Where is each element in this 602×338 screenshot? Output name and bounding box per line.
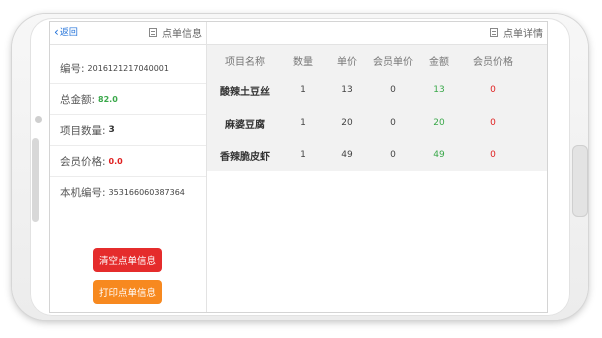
row-1-unit-price: 13	[341, 85, 353, 95]
row-2-item-name: 麻婆豆腐	[225, 120, 265, 131]
member-price-value: 0.0	[108, 156, 123, 166]
row-3-amount: 49	[433, 150, 445, 160]
column-header-unit-price: 单价	[337, 57, 357, 68]
member-price-row: 会员价格: 0.0	[50, 146, 206, 177]
document-list-icon	[149, 28, 157, 37]
member-price-label: 会员价格:	[60, 155, 106, 168]
row-3-unit-price: 49	[341, 150, 353, 160]
row-3-quantity: 1	[300, 150, 306, 160]
print-order-button[interactable]: 打印点单信息	[93, 280, 162, 304]
item-count-row: 项目数量: 3	[50, 115, 206, 146]
row-1-member-price: 0	[490, 85, 496, 95]
total-amount-value: 82.0	[98, 94, 118, 104]
row-2-member-price: 0	[490, 118, 496, 128]
detail-title: 点单详情	[490, 25, 543, 40]
document-list-icon	[490, 28, 498, 37]
device-number-row: 本机编号: 353166060387364	[50, 177, 206, 208]
row-3-member-price: 0	[490, 150, 496, 160]
row-2-unit-price: 20	[341, 118, 353, 128]
back-button[interactable]: ‹ 返回	[54, 24, 78, 39]
row-1-member-unit-price: 0	[390, 85, 396, 95]
item-count-label: 项目数量:	[60, 124, 106, 137]
total-amount-row: 总金额: 82.0	[50, 84, 206, 115]
home-button[interactable]	[572, 145, 588, 217]
order-info-panel: ‹ 返回 点单信息 编号: 2016121217040001 总金额: 82.0…	[50, 22, 207, 312]
row-2-member-unit-price: 0	[390, 118, 396, 128]
panel-title-text: 点单信息	[162, 29, 202, 40]
row-3-item-name: 香辣脆皮虾	[220, 152, 270, 163]
chevron-left-icon: ‹	[54, 24, 59, 39]
row-1-item-name: 酸辣土豆丝	[220, 87, 270, 98]
back-label: 返回	[59, 28, 78, 38]
row-2-quantity: 1	[300, 118, 306, 128]
column-header-member-price: 会员价格	[473, 57, 513, 68]
order-table: 项目名称 数量 单价 会员单价 金额 会员价格 酸辣土豆丝 1 13 0 13 …	[207, 45, 547, 171]
row-2-amount: 20	[433, 118, 445, 128]
speaker-slot	[32, 138, 39, 222]
total-amount-label: 总金额:	[60, 93, 96, 106]
order-number-label: 编号:	[60, 62, 85, 75]
app-screen: ‹ 返回 点单信息 编号: 2016121217040001 总金额: 82.0…	[50, 22, 547, 312]
order-number-value: 2016121217040001	[87, 63, 169, 73]
device-number-value: 353166060387364	[108, 188, 185, 197]
order-detail-panel: 点单详情 项目名称 数量 单价 会员单价 金额 会员价格 酸辣土豆丝 1 13 …	[207, 22, 547, 312]
device-number-label: 本机编号:	[60, 187, 106, 199]
row-3-member-unit-price: 0	[390, 150, 396, 160]
clear-order-button[interactable]: 清空点单信息	[93, 248, 162, 272]
detail-title-text: 点单详情	[503, 29, 543, 40]
right-header: 点单详情	[207, 22, 547, 45]
column-header-member-unit-price: 会员单价	[373, 57, 413, 68]
left-header: ‹ 返回 点单信息	[50, 22, 206, 45]
column-header-name: 项目名称	[225, 57, 265, 68]
row-1-quantity: 1	[300, 85, 306, 95]
column-header-quantity: 数量	[293, 57, 313, 68]
column-header-amount: 金额	[429, 57, 449, 68]
front-camera	[35, 116, 42, 123]
order-number-row: 编号: 2016121217040001	[50, 53, 206, 84]
panel-title: 点单信息	[149, 25, 202, 40]
item-count-value: 3	[108, 125, 115, 135]
row-1-amount: 13	[433, 85, 445, 95]
